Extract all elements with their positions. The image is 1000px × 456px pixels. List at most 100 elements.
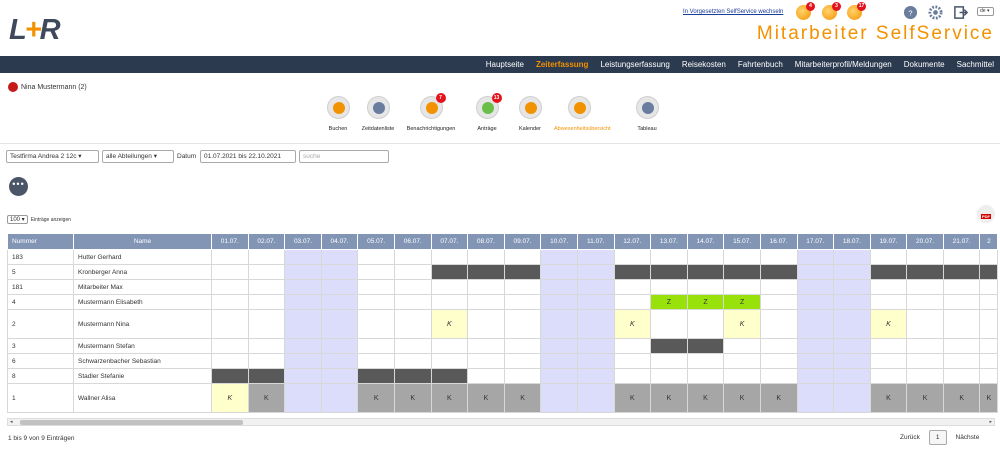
day-cell[interactable] bbox=[211, 279, 249, 295]
day-cell[interactable] bbox=[942, 309, 981, 339]
scrollbar-thumb[interactable] bbox=[20, 420, 243, 425]
day-cell[interactable]: K bbox=[613, 383, 652, 413]
table-row[interactable]: 8 Stadler Stefanie bbox=[7, 368, 999, 384]
page-length-select[interactable]: 100 ▾ bbox=[7, 215, 28, 224]
day-cell[interactable] bbox=[430, 249, 469, 265]
day-cell[interactable] bbox=[320, 264, 359, 280]
day-cell[interactable] bbox=[869, 338, 908, 354]
day-cell[interactable] bbox=[759, 249, 798, 265]
day-cell[interactable]: K bbox=[906, 383, 944, 413]
day-cell[interactable] bbox=[942, 279, 981, 295]
day-cell[interactable] bbox=[942, 294, 981, 310]
day-cell[interactable] bbox=[576, 383, 615, 413]
day-cell[interactable]: K bbox=[430, 309, 469, 339]
day-cell[interactable] bbox=[320, 368, 359, 384]
search-input[interactable]: suche bbox=[299, 150, 389, 163]
day-cell[interactable] bbox=[320, 309, 359, 339]
day-cell[interactable] bbox=[503, 353, 542, 369]
day-cell[interactable]: K bbox=[686, 383, 725, 413]
day-cell[interactable] bbox=[979, 353, 999, 369]
column-header-date[interactable]: 02.07. bbox=[247, 233, 286, 250]
day-cell[interactable] bbox=[467, 264, 505, 280]
toolbar-abwesenheits-bersicht-button[interactable]: Abwesenheitsübersicht bbox=[554, 96, 611, 132]
day-cell[interactable] bbox=[211, 368, 249, 384]
day-cell[interactable] bbox=[833, 309, 871, 339]
column-header-date[interactable]: 10.07. bbox=[540, 233, 578, 250]
day-cell[interactable] bbox=[942, 368, 981, 384]
day-cell[interactable] bbox=[906, 294, 944, 310]
day-cell[interactable]: K bbox=[613, 309, 652, 339]
page-1-button[interactable]: 1 bbox=[928, 430, 947, 445]
day-cell[interactable] bbox=[979, 338, 999, 354]
day-cell[interactable] bbox=[503, 264, 542, 280]
day-cell[interactable] bbox=[906, 279, 944, 295]
nav-item-zeiterfassung[interactable]: Zeiterfassung bbox=[530, 56, 594, 73]
day-cell[interactable] bbox=[357, 368, 395, 384]
column-header-date[interactable]: 01.07. bbox=[211, 233, 249, 250]
day-cell[interactable] bbox=[284, 353, 322, 369]
day-cell[interactable] bbox=[979, 249, 999, 265]
day-cell[interactable] bbox=[613, 249, 652, 265]
day-cell[interactable] bbox=[540, 353, 578, 369]
day-cell[interactable] bbox=[723, 249, 761, 265]
scroll-right-icon[interactable]: ▸ bbox=[989, 419, 992, 425]
day-cell[interactable] bbox=[284, 383, 322, 413]
day-cell[interactable] bbox=[247, 309, 286, 339]
day-cell[interactable] bbox=[759, 294, 798, 310]
date-range-input[interactable]: 01.07.2021 bis 22.10.2021 bbox=[200, 150, 296, 163]
day-cell[interactable] bbox=[320, 294, 359, 310]
day-cell[interactable]: K bbox=[211, 383, 249, 413]
nav-item-hauptseite[interactable]: Hauptseite bbox=[480, 56, 530, 73]
pdf-export-icon[interactable]: PDF bbox=[977, 205, 995, 223]
day-cell[interactable] bbox=[467, 309, 505, 339]
day-cell[interactable] bbox=[759, 279, 798, 295]
day-cell[interactable]: K bbox=[942, 383, 981, 413]
nav-item-leistungserfassung[interactable]: Leistungserfassung bbox=[594, 56, 675, 73]
day-cell[interactable] bbox=[211, 353, 249, 369]
scroll-left-icon[interactable]: ◂ bbox=[10, 419, 13, 425]
day-cell[interactable] bbox=[211, 249, 249, 265]
lhr-logo[interactable]: L+R bbox=[9, 14, 61, 47]
day-cell[interactable] bbox=[650, 249, 688, 265]
day-cell[interactable] bbox=[540, 279, 578, 295]
bell-icon[interactable]: 3 bbox=[822, 2, 841, 20]
day-cell[interactable] bbox=[430, 353, 469, 369]
bell-icon[interactable]: 17 bbox=[847, 2, 866, 20]
column-header-date[interactable]: 21.07. bbox=[942, 233, 981, 250]
day-cell[interactable] bbox=[650, 353, 688, 369]
table-row[interactable]: 5 Kronberger Anna bbox=[7, 264, 999, 280]
day-cell[interactable] bbox=[686, 279, 725, 295]
day-cell[interactable] bbox=[686, 368, 725, 384]
day-cell[interactable]: K bbox=[979, 383, 999, 413]
day-cell[interactable] bbox=[796, 383, 835, 413]
day-cell[interactable] bbox=[613, 264, 652, 280]
column-header-date[interactable]: 17.07. bbox=[796, 233, 835, 250]
day-cell[interactable]: K bbox=[723, 383, 761, 413]
day-cell[interactable] bbox=[467, 353, 505, 369]
day-cell[interactable] bbox=[796, 368, 835, 384]
nav-item-reisekosten[interactable]: Reisekosten bbox=[676, 56, 732, 73]
day-cell[interactable]: K bbox=[723, 309, 761, 339]
day-cell[interactable] bbox=[357, 353, 395, 369]
day-cell[interactable] bbox=[833, 368, 871, 384]
day-cell[interactable] bbox=[357, 249, 395, 265]
toolbar-kalender-button[interactable]: Kalender bbox=[505, 96, 555, 132]
day-cell[interactable] bbox=[686, 338, 725, 354]
day-cell[interactable]: Z bbox=[650, 294, 688, 310]
day-cell[interactable] bbox=[284, 368, 322, 384]
day-cell[interactable] bbox=[430, 294, 469, 310]
day-cell[interactable] bbox=[686, 353, 725, 369]
day-cell[interactable] bbox=[833, 279, 871, 295]
day-cell[interactable] bbox=[979, 264, 999, 280]
column-header-date[interactable]: 04.07. bbox=[320, 233, 359, 250]
day-cell[interactable] bbox=[284, 294, 322, 310]
day-cell[interactable] bbox=[869, 264, 908, 280]
day-cell[interactable]: K bbox=[759, 383, 798, 413]
day-cell[interactable]: K bbox=[393, 383, 432, 413]
day-cell[interactable] bbox=[467, 338, 505, 354]
day-cell[interactable] bbox=[393, 338, 432, 354]
day-cell[interactable] bbox=[540, 294, 578, 310]
day-cell[interactable] bbox=[942, 353, 981, 369]
day-cell[interactable] bbox=[247, 249, 286, 265]
day-cell[interactable] bbox=[723, 368, 761, 384]
